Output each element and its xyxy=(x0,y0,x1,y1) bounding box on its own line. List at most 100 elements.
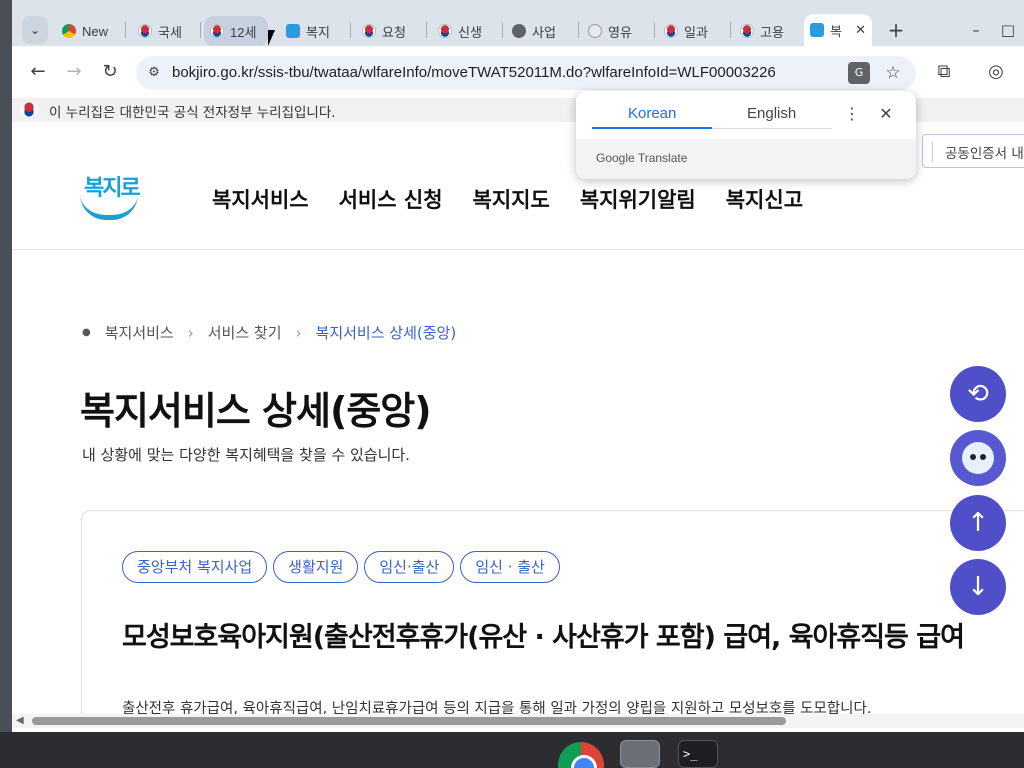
tab-new[interactable]: New xyxy=(56,16,132,46)
tab-business[interactable]: 사업 xyxy=(506,16,574,46)
tab-separator xyxy=(350,22,351,38)
scroll-down-icon: ↓ xyxy=(967,572,989,602)
site-info-icon[interactable]: ⚙ xyxy=(144,63,164,83)
nav-welfare-report[interactable]: 복지신고 xyxy=(726,184,803,214)
translate-popup: Korean English ⋮ ✕ Google Translate xyxy=(576,91,916,179)
tab-separator xyxy=(730,22,731,38)
korea-flag-icon xyxy=(210,24,224,38)
tag-chip[interactable]: 생활지원 xyxy=(273,551,359,583)
tab-separator xyxy=(125,22,126,38)
tab-label: New xyxy=(82,23,109,39)
tab-label: 복지 xyxy=(306,24,330,40)
tab-12se[interactable]: 12세 xyxy=(204,16,268,46)
horizontal-scrollbar[interactable]: ◀ xyxy=(12,714,1024,728)
bokjiro-icon xyxy=(810,23,824,37)
page-content: 복지로 복지서비스 서비스 신청 복지지도 복지위기알림 복지신고 공동인증서 … xyxy=(12,122,1024,714)
tab-search-button[interactable]: ⌄ xyxy=(22,16,48,44)
service-card: 중앙부처 복지사업 생활지원 임신·출산 임신 · 출산 모성보호육아지원(출산… xyxy=(81,510,1024,714)
nav-welfare-map[interactable]: 복지지도 xyxy=(473,184,550,214)
taskbar-files-icon[interactable] xyxy=(620,740,660,768)
tab-close-icon[interactable]: ✕ xyxy=(855,22,866,38)
breadcrumb-item[interactable]: 서비스 찾기 xyxy=(208,322,282,343)
tab-bokji[interactable]: 복지 xyxy=(280,16,344,46)
tag-chip[interactable]: 임신·출산 xyxy=(364,551,455,583)
service-description: 출산전후 휴가급여, 육아휴직급여, 난임치료휴가급여 등의 지급을 통해 일과… xyxy=(122,701,872,714)
bokjiro-logo[interactable]: 복지로 xyxy=(80,170,141,222)
reload-button[interactable]: ↻ xyxy=(98,60,122,84)
tab-bokjiro-active[interactable]: 복 ✕ xyxy=(804,14,872,46)
translate-target-tab[interactable]: English xyxy=(747,105,796,122)
breadcrumb-item[interactable]: 복지서비스 xyxy=(105,322,174,343)
logo-smile-icon xyxy=(80,194,138,220)
scroll-left-icon[interactable]: ◀ xyxy=(16,715,24,726)
korea-flag-icon xyxy=(664,24,678,38)
taskbar-terminal-icon[interactable]: >_ xyxy=(678,740,718,768)
maximize-button[interactable]: □ xyxy=(996,18,1020,42)
tab-separator xyxy=(426,22,427,38)
forward-button[interactable]: → xyxy=(62,60,86,84)
address-bar[interactable]: ⚙ bokjiro.go.kr/ssis-tbu/twataa/wlfareIn… xyxy=(136,56,916,90)
scroll-bottom-button[interactable]: ↓ xyxy=(950,559,1006,615)
cert-link[interactable]: 공동인증서 내 xyxy=(932,142,1024,162)
home-dot-icon[interactable]: ● xyxy=(82,327,91,338)
translate-footer: Google Translate xyxy=(576,139,916,179)
tab-label: 12세 xyxy=(230,24,257,40)
more-vert-icon[interactable]: ⋮ xyxy=(844,103,860,125)
profile-icon[interactable]: ◎ xyxy=(984,60,1008,84)
breadcrumb: ● 복지서비스 › 서비스 찾기 › 복지서비스 상세(중앙) xyxy=(82,322,456,343)
tab-label: 신생 xyxy=(458,24,482,40)
tab-divider xyxy=(712,128,832,129)
back-button[interactable]: ← xyxy=(26,60,50,84)
tag-chip[interactable]: 중앙부처 복지사업 xyxy=(122,551,268,583)
tab-label: 사업 xyxy=(532,24,556,40)
google-translate-logo: Google Translate xyxy=(596,151,688,165)
globe-icon xyxy=(512,24,526,38)
tab-infant[interactable]: 영유 xyxy=(582,16,650,46)
service-title: 모성보호육아지원(출산전후휴가(유산 · 사산휴가 포함) 급여, 육아휴직등 … xyxy=(122,622,965,653)
taskbar xyxy=(0,732,1024,768)
tab-nts[interactable]: 국세 xyxy=(132,16,196,46)
nav-crisis-alert[interactable]: 복지위기알림 xyxy=(580,184,696,214)
tab-separator xyxy=(578,22,579,38)
tab-label: 일과 xyxy=(684,24,708,40)
extensions-icon[interactable]: ⧉ xyxy=(932,60,956,84)
main-nav: 복지서비스 서비스 신청 복지지도 복지위기알림 복지신고 xyxy=(212,184,803,214)
page-subtitle: 내 상황에 맞는 다양한 복지혜택을 찾을 수 있습니다. xyxy=(82,446,410,464)
minimize-button[interactable]: – xyxy=(964,18,988,42)
history-icon: ⟲ xyxy=(967,379,989,409)
tab-separator xyxy=(502,22,503,38)
url-text[interactable]: bokjiro.go.kr/ssis-tbu/twataa/wlfareInfo… xyxy=(172,64,776,81)
translate-icon[interactable]: G xyxy=(848,62,870,84)
chatbot-button[interactable] xyxy=(950,430,1006,486)
chevron-right-icon: › xyxy=(295,323,302,342)
new-tab-button[interactable]: + xyxy=(882,16,910,44)
service-tags: 중앙부처 복지사업 생활지원 임신·출산 임신 · 출산 xyxy=(122,551,560,583)
chatbot-icon xyxy=(962,442,994,474)
character-icon xyxy=(588,24,602,38)
nav-welfare-service[interactable]: 복지서비스 xyxy=(212,184,309,214)
scroll-up-icon: ↑ xyxy=(967,508,989,538)
tab-newborn[interactable]: 신생 xyxy=(432,16,496,46)
korea-flag-icon xyxy=(740,24,754,38)
tab-label: 고용 xyxy=(760,24,784,40)
nav-service-apply[interactable]: 서비스 신청 xyxy=(339,184,443,214)
recent-history-button[interactable]: ⟲ xyxy=(950,366,1006,422)
scrollbar-thumb[interactable] xyxy=(32,717,786,725)
tab-request[interactable]: 요청 xyxy=(356,16,420,46)
scroll-top-button[interactable]: ↑ xyxy=(950,495,1006,551)
chrome-icon xyxy=(62,24,76,38)
tab-employment[interactable]: 고용 xyxy=(734,16,802,46)
tab-work[interactable]: 일과 xyxy=(658,16,726,46)
header-divider xyxy=(12,249,1024,250)
bookmark-star-icon[interactable]: ☆ xyxy=(882,62,904,84)
korea-flag-icon xyxy=(362,24,376,38)
tab-label: 요청 xyxy=(382,24,406,40)
tab-label: 영유 xyxy=(608,24,632,40)
close-icon[interactable]: ✕ xyxy=(876,103,896,125)
chevron-right-icon: › xyxy=(187,323,194,342)
tag-chip[interactable]: 임신 · 출산 xyxy=(460,551,560,583)
translate-source-tab[interactable]: Korean xyxy=(628,105,676,122)
korea-flag-icon xyxy=(438,24,452,38)
breadcrumb-current: 복지서비스 상세(중앙) xyxy=(315,324,457,342)
korea-flag-icon xyxy=(138,24,152,38)
